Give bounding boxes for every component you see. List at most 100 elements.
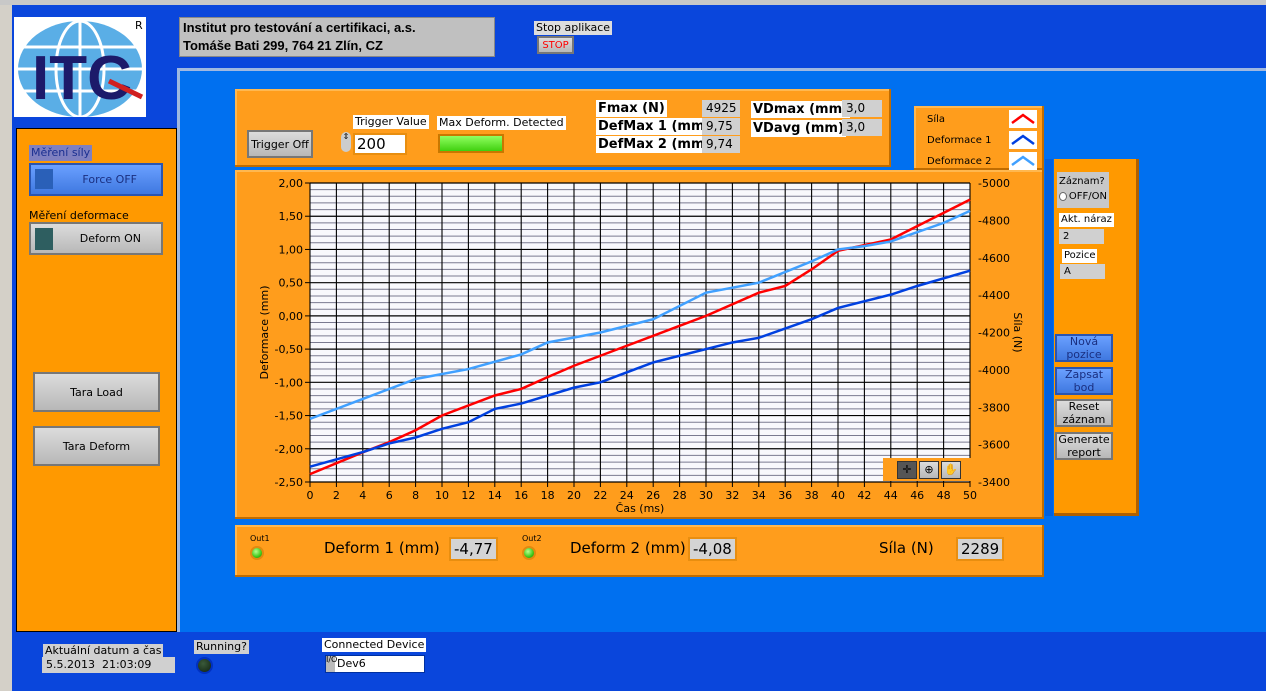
x-tick-label: 34 — [752, 489, 766, 502]
vdmax-label: VDmax (mm) — [751, 101, 851, 118]
zaznam-control[interactable]: Záznam? OFF/ON — [1057, 172, 1109, 208]
x-tick-label: 2 — [333, 489, 340, 502]
naraz-value: 2 — [1059, 229, 1104, 244]
nova-pozice-button[interactable]: Nová pozice — [1055, 334, 1113, 362]
y2-tick-label: -4200 — [978, 327, 1010, 340]
x-tick-label: 44 — [884, 489, 898, 502]
legend-item[interactable]: Deformace 1 — [927, 131, 1037, 149]
legend-item[interactable]: Síla — [927, 110, 1037, 128]
force-toggle-button[interactable]: Force OFF — [29, 163, 163, 196]
x-tick-label: 22 — [593, 489, 607, 502]
legend-swatch-icon — [1009, 131, 1037, 149]
y2-tick-label: -4000 — [978, 364, 1010, 377]
left-panel: Měření síly Force OFF Měření deformace D… — [16, 128, 177, 632]
svg-text:R: R — [135, 19, 143, 32]
deform1-label: Deform 1 (mm) — [324, 539, 440, 557]
reset-zaznam-button[interactable]: Reset záznam — [1055, 399, 1113, 427]
trigger-value-input[interactable]: 200 — [353, 133, 407, 155]
zoom-tool-icon[interactable]: ⊕ — [919, 460, 939, 479]
legend-label: Síla — [927, 113, 946, 125]
x-tick-label: 14 — [488, 489, 502, 502]
pan-hand-icon[interactable]: ✋ — [941, 460, 961, 479]
trigger-stepper[interactable]: ⇕ — [341, 132, 351, 152]
graph-palette: ✛ ⊕ ✋ — [883, 458, 971, 481]
x-tick-label: 4 — [359, 489, 366, 502]
device-label: Connected Device — [322, 638, 427, 652]
fmax-value: 4925 — [702, 100, 740, 117]
vdavg-label: VDavg (mm) — [751, 120, 846, 137]
deform1-value: -4,77 — [449, 537, 498, 561]
deform-toggle-button[interactable]: Deform ON — [29, 222, 163, 255]
x-tick-label: 46 — [910, 489, 924, 502]
x-tick-label: 40 — [831, 489, 845, 502]
y2-tick-label: -3600 — [978, 439, 1010, 452]
deform-button-label: Deform ON — [79, 232, 141, 245]
zapsat-bod-button[interactable]: Zapsat bod — [1055, 367, 1113, 395]
device-value: Dev6 — [337, 657, 366, 670]
y2-axis-label: Síla (N) — [1011, 312, 1024, 352]
trigger-value-label: Trigger Value — [353, 115, 429, 129]
datetime-value: 5.5.2013 21:03:09 — [42, 657, 175, 673]
defmax2-label: DefMax 2 (mm) — [596, 136, 713, 153]
deform2-label: Deform 2 (mm) — [570, 539, 686, 557]
stop-button[interactable]: STOP — [537, 36, 574, 54]
y-tick-label: -1,00 — [275, 376, 303, 389]
pozice-label: Pozice — [1062, 249, 1098, 263]
legend-swatch-icon — [1009, 152, 1037, 170]
y-tick-label: -2,50 — [275, 476, 303, 489]
out1-label: Out1 — [250, 534, 270, 543]
sila-label: Síla (N) — [879, 539, 934, 557]
tara-deform-button[interactable]: Tara Deform — [33, 426, 160, 466]
device-select[interactable]: I/O Dev6 — [325, 655, 425, 673]
y-tick-label: 0,00 — [279, 310, 304, 323]
out1-led — [250, 546, 264, 560]
cursor-tool-icon[interactable]: ✛ — [897, 460, 917, 479]
generate-report-button[interactable]: Generate report — [1055, 432, 1113, 460]
y-tick-label: -0,50 — [275, 343, 303, 356]
title-strip — [0, 0, 1266, 5]
deform2-value: -4,08 — [688, 537, 737, 561]
y-tick-label: 2,00 — [279, 177, 304, 190]
x-tick-label: 10 — [435, 489, 449, 502]
tara-load-button[interactable]: Tara Load — [33, 372, 160, 412]
x-tick-label: 16 — [514, 489, 528, 502]
window-edge — [0, 5, 12, 691]
naraz-label: Akt. náraz — [1059, 213, 1114, 227]
y2-tick-label: -5000 — [978, 177, 1010, 190]
max-deform-label: Max Deform. Detected — [437, 116, 566, 130]
fmax-label: Fmax (N) — [596, 100, 667, 117]
itc-logo: ITC R — [14, 17, 146, 119]
institute-address: Tomáše Bati 299, 764 21 Zlín, CZ — [183, 38, 383, 53]
trigger-panel: Trigger Off Trigger Value ⇕ 200 Max Defo… — [235, 89, 891, 167]
y2-tick-label: -3400 — [978, 476, 1010, 489]
legend-label: Deformace 1 — [927, 134, 992, 146]
zaznam-label: Záznam? — [1059, 176, 1105, 187]
y2-tick-label: -4600 — [978, 252, 1010, 265]
out2-led — [522, 546, 536, 560]
plot-area — [310, 183, 970, 482]
right-panel-gap — [1045, 159, 1053, 516]
legend-swatch-icon — [1009, 110, 1037, 128]
x-tick-label: 42 — [857, 489, 871, 502]
x-tick-label: 38 — [805, 489, 819, 502]
x-tick-label: 48 — [937, 489, 951, 502]
x-tick-label: 6 — [386, 489, 393, 502]
y-axis-label: Deformace (mm) — [258, 286, 271, 380]
y-tick-label: 1,50 — [279, 210, 304, 223]
pozice-value: A — [1060, 264, 1105, 279]
y-tick-label: -1,50 — [275, 410, 303, 423]
zaznam-radio[interactable] — [1059, 192, 1067, 201]
vdavg-value: 3,0 — [842, 119, 882, 136]
x-tick-label: 28 — [673, 489, 687, 502]
x-tick-label: 26 — [646, 489, 660, 502]
defmax1-value: 9,75 — [702, 118, 740, 135]
y-tick-label: -2,00 — [275, 443, 303, 456]
x-tick-label: 0 — [307, 489, 314, 502]
legend-item[interactable]: Deformace 2 — [927, 152, 1037, 170]
trigger-off-button[interactable]: Trigger Off — [247, 130, 313, 158]
x-tick-label: 24 — [620, 489, 634, 502]
svg-text:ITC: ITC — [32, 44, 132, 113]
x-tick-label: 8 — [412, 489, 419, 502]
x-tick-label: 12 — [461, 489, 475, 502]
sila-value: 2289 — [956, 537, 1005, 561]
